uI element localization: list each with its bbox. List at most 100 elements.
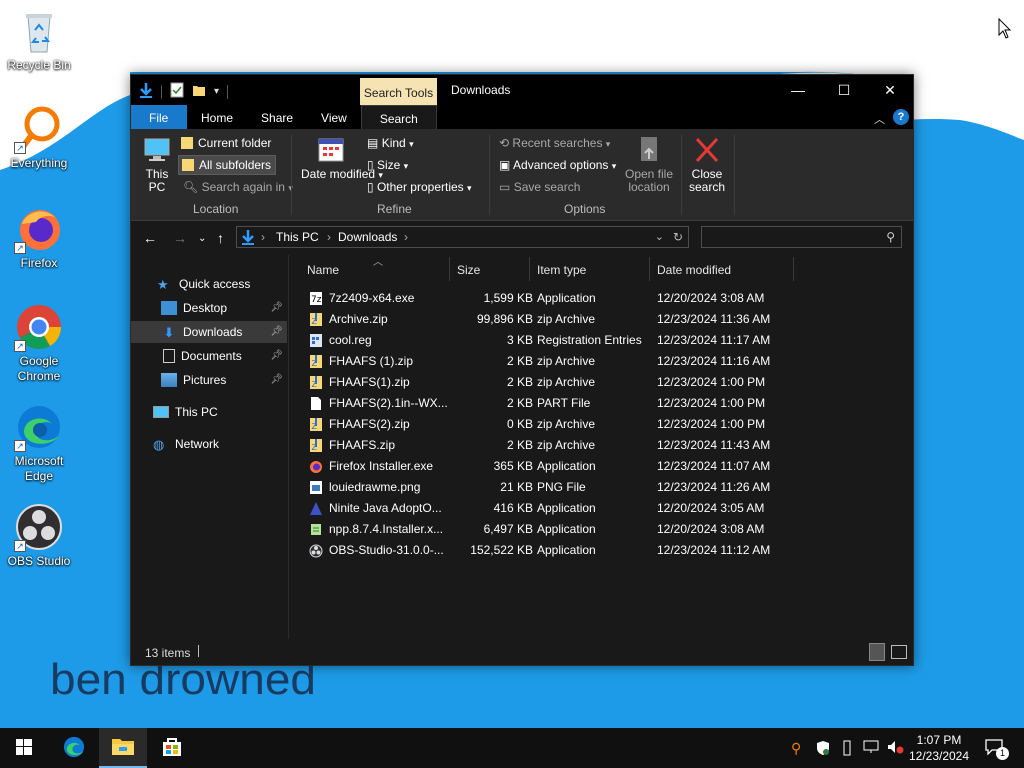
file-row[interactable]: FHAAFS(2).1in--WX... 2 KB PART File 12/23/2… <box>301 393 921 414</box>
desktop-icon-edge[interactable]: ↗ Microsoft Edge <box>4 402 74 484</box>
collapse-ribbon-icon[interactable]: ︿ <box>874 111 885 127</box>
taskbar-file-explorer[interactable] <box>99 728 147 768</box>
file-row[interactable]: Z FHAAFS(1).zip 2 KB zip Archive 12/23/2024 … <box>301 372 921 393</box>
open-file-location-button[interactable]: Open file location <box>621 135 677 194</box>
usb-device-icon[interactable] <box>842 740 852 759</box>
taskbar-store[interactable] <box>148 728 196 768</box>
details-view-icon[interactable] <box>869 643 885 661</box>
recent-locations-icon[interactable]: ⌄ <box>198 233 206 244</box>
file-size: 2 KB <box>506 438 533 452</box>
nav-desktop[interactable]: Desktop 📌︎ <box>131 297 287 319</box>
close-search-button[interactable]: Close search <box>687 135 727 194</box>
file-row[interactable]: Ninite Java AdoptO... 416 KB Application 12… <box>301 498 921 519</box>
address-box[interactable]: › This PC › Downloads › ⌄ ↻ <box>236 226 689 248</box>
taskbar-clock[interactable]: 1:07 PM 12/23/2024 <box>908 732 970 764</box>
column-header-name[interactable]: Name <box>307 263 339 277</box>
file-date: 12/23/2024 11:07 AM <box>657 459 771 473</box>
tab-file[interactable]: File <box>131 105 187 129</box>
nav-downloads[interactable]: ⬇ Downloads 📌︎ <box>131 321 287 343</box>
file-row[interactable]: Z FHAAFS(2).zip 0 KB zip Archive 12/23/2024 … <box>301 414 921 435</box>
size-label: Size <box>376 158 401 172</box>
title-bar[interactable]: ▾ Search Tools Downloads — ☐ ✕ <box>131 75 913 106</box>
file-row[interactable]: louiedrawme.png 21 KB PNG File 12/23/2024 1… <box>301 477 921 498</box>
firefox-icon: ↗ <box>14 204 64 254</box>
network-tray-icon[interactable] <box>863 740 879 757</box>
pin-icon[interactable]: 📌︎ <box>270 374 283 385</box>
breadcrumb-downloads[interactable]: Downloads <box>338 230 397 244</box>
mouse-cursor-icon <box>998 17 1012 43</box>
nav-pictures[interactable]: Pictures 📌︎ <box>131 369 287 391</box>
file-row[interactable]: Z FHAAFS.zip 2 KB zip Archive 12/23/2024 11:… <box>301 435 921 456</box>
kind-button[interactable]: ▤ Kind ▾ <box>367 136 414 150</box>
nav-quick-access[interactable]: ★ Quick access <box>131 273 287 295</box>
file-row[interactable]: Firefox Installer.exe 365 KB Application 12… <box>301 456 921 477</box>
back-arrow-icon[interactable]: ← <box>143 230 157 246</box>
desktop-icon-firefox[interactable]: ↗ Firefox <box>4 204 74 271</box>
properties-icon[interactable] <box>170 82 184 101</box>
tab-search[interactable]: Search <box>360 105 437 129</box>
column-header-date-modified[interactable]: Date modified <box>657 263 731 277</box>
pin-icon[interactable]: 📌︎ <box>270 326 283 337</box>
customize-qat-icon[interactable]: ▾ <box>214 86 219 97</box>
tab-home[interactable]: Home <box>187 105 247 129</box>
pin-icon[interactable]: 📌︎ <box>270 302 283 313</box>
desktop-icon-everything[interactable]: ↗ Everything <box>4 104 74 171</box>
large-icons-view-icon[interactable] <box>891 645 907 659</box>
other-properties-button[interactable]: ▯ Other properties ▾ <box>367 180 472 194</box>
start-button[interactable] <box>0 728 48 768</box>
tab-share[interactable]: Share <box>247 105 307 129</box>
file-type: Application <box>537 291 596 305</box>
address-dropdown-icon[interactable]: ⌄ <box>655 230 664 243</box>
pin-icon[interactable]: 📌︎ <box>270 350 283 361</box>
column-header-size[interactable]: Size <box>457 263 480 277</box>
file-row[interactable]: cool.reg 3 KB Registration Entries 12/23/20… <box>301 330 921 351</box>
file-row[interactable]: Z Archive.zip 99,896 KB zip Archive 12/23/20… <box>301 309 921 330</box>
search-input[interactable]: ⚲ <box>701 226 902 248</box>
file-type: PART File <box>537 396 591 410</box>
file-row[interactable]: Z FHAAFS (1).zip 2 KB zip Archive 12/23/2024… <box>301 351 921 372</box>
action-center-button[interactable]: 1 <box>976 728 1012 768</box>
nav-this-pc[interactable]: This PC <box>131 401 287 423</box>
options-group-label: Options <box>564 202 606 216</box>
column-separator[interactable] <box>649 257 650 281</box>
desktop-icon-recycle-bin[interactable]: Recycle Bin <box>4 6 74 73</box>
search-again-in-button[interactable]: 🔍︎ Search again in ▾ <box>183 180 293 194</box>
nav-documents[interactable]: Documents 📌︎ <box>131 345 287 367</box>
save-search-button[interactable]: ▭ Save search <box>499 180 580 194</box>
minimize-button[interactable]: — <box>775 75 821 105</box>
size-button[interactable]: ▯ Size ▾ <box>367 158 408 172</box>
column-header-item-type[interactable]: Item type <box>537 263 586 277</box>
up-arrow-icon[interactable]: ↑ <box>217 230 224 246</box>
file-row[interactable]: npp.8.7.4.Installer.x... 6,497 KB Applicat… <box>301 519 921 540</box>
maximize-button[interactable]: ☐ <box>821 75 867 105</box>
help-icon[interactable]: ? <box>893 109 909 125</box>
volume-muted-icon[interactable] <box>887 740 905 757</box>
desktop-icon-obs[interactable]: ↗ OBS Studio <box>4 502 74 569</box>
recent-searches-button[interactable]: ⟲ Recent searches ▾ <box>499 136 610 150</box>
date-modified-button[interactable]: Date modified ▾ <box>301 135 383 182</box>
desktop-icon-chrome[interactable]: ↗ Google Chrome <box>4 302 74 384</box>
column-separator[interactable] <box>449 257 450 281</box>
column-separator[interactable] <box>793 257 794 281</box>
column-separator[interactable] <box>529 257 530 281</box>
new-folder-icon[interactable] <box>192 83 206 100</box>
this-pc-button[interactable]: This PC <box>141 135 173 194</box>
location-group-label: Location <box>193 202 239 216</box>
nav-network[interactable]: ◍ Network <box>131 433 287 455</box>
forward-arrow-icon[interactable]: → <box>173 230 187 246</box>
current-folder-button[interactable]: Current folder <box>181 136 271 150</box>
security-shield-icon[interactable] <box>816 740 830 759</box>
file-row[interactable]: 7z 7z2409-x64.exe 1,599 KB Application 12/20… <box>301 288 921 309</box>
everything-tray-icon[interactable]: ⚲ <box>791 740 801 757</box>
refresh-icon[interactable]: ↻ <box>673 230 683 244</box>
file-row[interactable]: OBS-Studio-31.0.0-... 152,522 KB Applicati… <box>301 540 921 561</box>
this-pc-icon <box>141 138 173 168</box>
taskbar-edge[interactable] <box>50 728 98 768</box>
breadcrumb-this-pc[interactable]: This PC <box>276 230 319 244</box>
file-name: Archive.zip <box>329 312 388 326</box>
tab-view[interactable]: View <box>307 105 361 129</box>
close-button[interactable]: ✕ <box>867 75 913 105</box>
advanced-options-button[interactable]: ▣ Advanced options ▾ <box>499 158 616 172</box>
svg-text:Z: Z <box>312 422 318 431</box>
all-subfolders-button[interactable]: All subfolders <box>178 155 277 175</box>
